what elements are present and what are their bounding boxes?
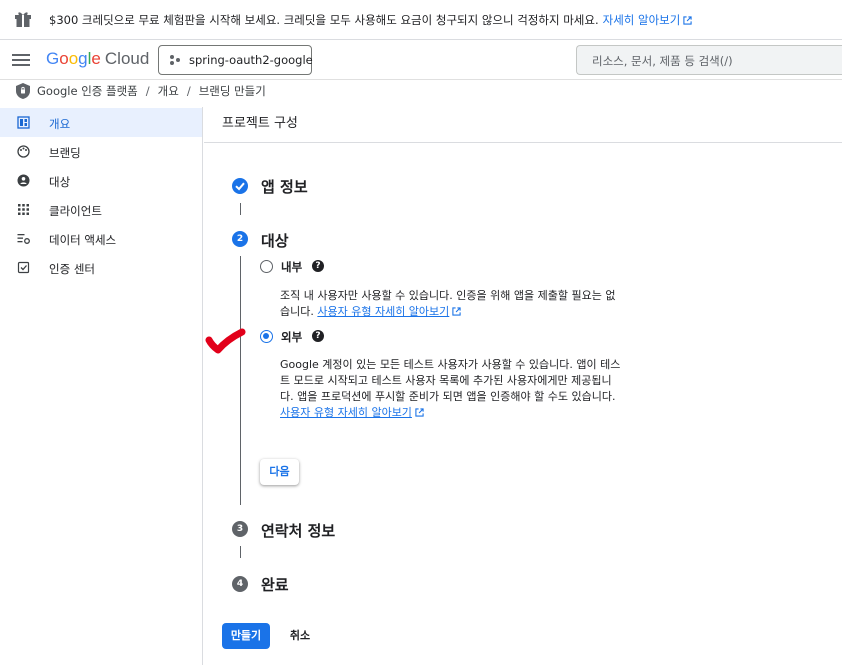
sidebar-item-label: 브랜딩	[49, 146, 81, 160]
logo-letter: o	[68, 49, 79, 68]
logo-letter: o	[59, 49, 69, 68]
step-1-title[interactable]: 앱 정보	[261, 176, 308, 197]
page-title: 프로젝트 구성	[222, 116, 298, 131]
sidebar-item-clients[interactable]: 클라이언트	[0, 195, 202, 224]
project-selector-button[interactable]: spring-oauth2-google	[158, 45, 313, 75]
sidebar-item-verification-center[interactable]: 인증 센터	[0, 253, 202, 282]
sidebar-item-label: 대상	[49, 175, 71, 189]
link-label: 사용자 유형 자세히 알아보기	[317, 305, 450, 318]
search-placeholder: 리소스, 문서, 제품 등 검색(/)	[592, 54, 733, 68]
internal-learn-more-link[interactable]: 사용자 유형 자세히 알아보기	[317, 305, 449, 318]
banner-text: $300 크레딧으로 무료 체험판을 시작해 보세요. 크레딧을 모두 사용해도…	[49, 12, 692, 28]
banner-link-label: 자세히 알아보기	[602, 13, 681, 27]
breadcrumb-separator: /	[186, 84, 191, 98]
next-button[interactable]: 다음	[260, 459, 299, 485]
cancel-button[interactable]: 취소	[282, 623, 318, 649]
menu-icon[interactable]	[12, 52, 30, 68]
sidebar-item-label: 데이터 액세스	[49, 233, 117, 247]
top-header: Google Cloud spring-oauth2-google 리소스, 문서…	[0, 40, 842, 80]
help-icon[interactable]: ?	[312, 330, 324, 342]
sidebar-item-label: 클라이언트	[49, 204, 102, 218]
palette-icon	[17, 145, 30, 158]
step-3-title[interactable]: 연락처 정보	[261, 520, 335, 541]
breadcrumb: Google 인증 플랫폼 / 개요 / 브랜딩 만들기	[0, 80, 842, 102]
verified-icon	[17, 261, 30, 274]
project-icon	[170, 55, 180, 65]
step-3-number-icon: 3	[232, 521, 248, 537]
external-link-icon	[415, 408, 424, 417]
settings-list-icon	[17, 234, 30, 244]
help-icon[interactable]: ?	[312, 260, 324, 272]
sidebar-item-audience[interactable]: 대상	[0, 166, 202, 195]
external-desc-line: Google 계정이 있는 모든 테스트 사용자가 사용할 수 있습니다. 앱이…	[280, 358, 621, 371]
internal-label[interactable]: 내부	[281, 259, 302, 275]
breadcrumb-item: 브랜딩 만들기	[198, 84, 266, 98]
banner-learn-more-link[interactable]: 자세히 알아보기	[603, 13, 693, 27]
google-cloud-logo[interactable]: Google Cloud	[46, 49, 149, 69]
dashboard-icon	[17, 116, 30, 129]
logo-letter: G	[46, 49, 60, 68]
project-name: spring-oauth2-google	[189, 53, 313, 67]
external-radio[interactable]	[260, 330, 273, 343]
step-connector	[240, 256, 241, 505]
banner-message: $300 크레딧으로 무료 체험판을 시작해 보세요. 크레딧을 모두 사용해도…	[49, 13, 599, 27]
step-4-number-icon: 4	[232, 576, 248, 592]
external-desc-line: 트 모드로 시작되고 테스트 사용자 목록에 추가된 사용자에게만 제공됩니	[280, 374, 612, 387]
shield-icon	[16, 83, 30, 99]
create-button[interactable]: 만들기	[222, 623, 270, 649]
step-4-title[interactable]: 완료	[261, 574, 289, 595]
external-link-icon	[452, 307, 461, 316]
sidebar-item-label: 인증 센터	[49, 262, 95, 276]
sidebar: 개요 브랜딩 대상 클라이언트 데이터 액세스 인증 센터	[0, 107, 203, 665]
internal-desc-line: 습니다.	[280, 305, 314, 318]
step-2-number-icon: 2	[232, 231, 248, 247]
grid-icon	[18, 204, 29, 215]
promo-banner: $300 크레딧으로 무료 체험판을 시작해 보세요. 크레딧을 모두 사용해도…	[0, 0, 842, 40]
gift-icon	[15, 12, 31, 27]
step-1-check-icon	[232, 178, 248, 194]
annotation-checkmark-icon	[205, 328, 246, 354]
breadcrumb-item[interactable]: 개요	[158, 84, 179, 98]
external-label[interactable]: 외부	[281, 329, 302, 345]
logo-letter: e	[91, 49, 101, 68]
logo-letter: g	[78, 49, 88, 68]
internal-desc-line: 조직 내 사용자만 사용할 수 있습니다. 인증을 위해 앱을 제출할 필요는 …	[280, 289, 616, 302]
step-connector	[240, 546, 241, 558]
link-label: 사용자 유형 자세히 알아보기	[280, 406, 412, 419]
sidebar-item-branding[interactable]: 브랜딩	[0, 137, 202, 166]
checkmark-icon	[235, 182, 245, 191]
internal-description: 조직 내 사용자만 사용할 수 있습니다. 인증을 위해 앱을 제출할 필요는 …	[280, 288, 615, 320]
sidebar-item-label: 개요	[49, 117, 71, 131]
external-desc-line: 다. 앱을 프로덕션에 푸시할 준비가 되면 앱을 인증해야 할 수도 있습니다…	[280, 390, 616, 403]
external-learn-more-link[interactable]: 사용자 유형 자세히 알아보기	[280, 406, 412, 419]
logo-cloud-text: Cloud	[104, 49, 150, 68]
step-2-title: 대상	[261, 232, 289, 250]
title-divider	[204, 142, 842, 143]
main-content: 프로젝트 구성 앱 정보 2 대상 내부 ? 조직 내 사용자만 사용할 수 있…	[204, 102, 842, 665]
breadcrumb-item[interactable]: Google 인증 플랫폼	[37, 84, 138, 98]
sidebar-item-overview[interactable]: 개요	[0, 108, 202, 137]
step-connector	[240, 203, 241, 215]
breadcrumb-separator: /	[145, 84, 150, 98]
external-description: Google 계정이 있는 모든 테스트 사용자가 사용할 수 있습니다. 앱이…	[280, 357, 620, 421]
sidebar-item-data-access[interactable]: 데이터 액세스	[0, 224, 202, 253]
external-link-icon	[683, 16, 692, 25]
internal-radio[interactable]	[260, 260, 273, 273]
person-icon	[17, 174, 30, 187]
search-input[interactable]: 리소스, 문서, 제품 등 검색(/)	[576, 45, 842, 75]
